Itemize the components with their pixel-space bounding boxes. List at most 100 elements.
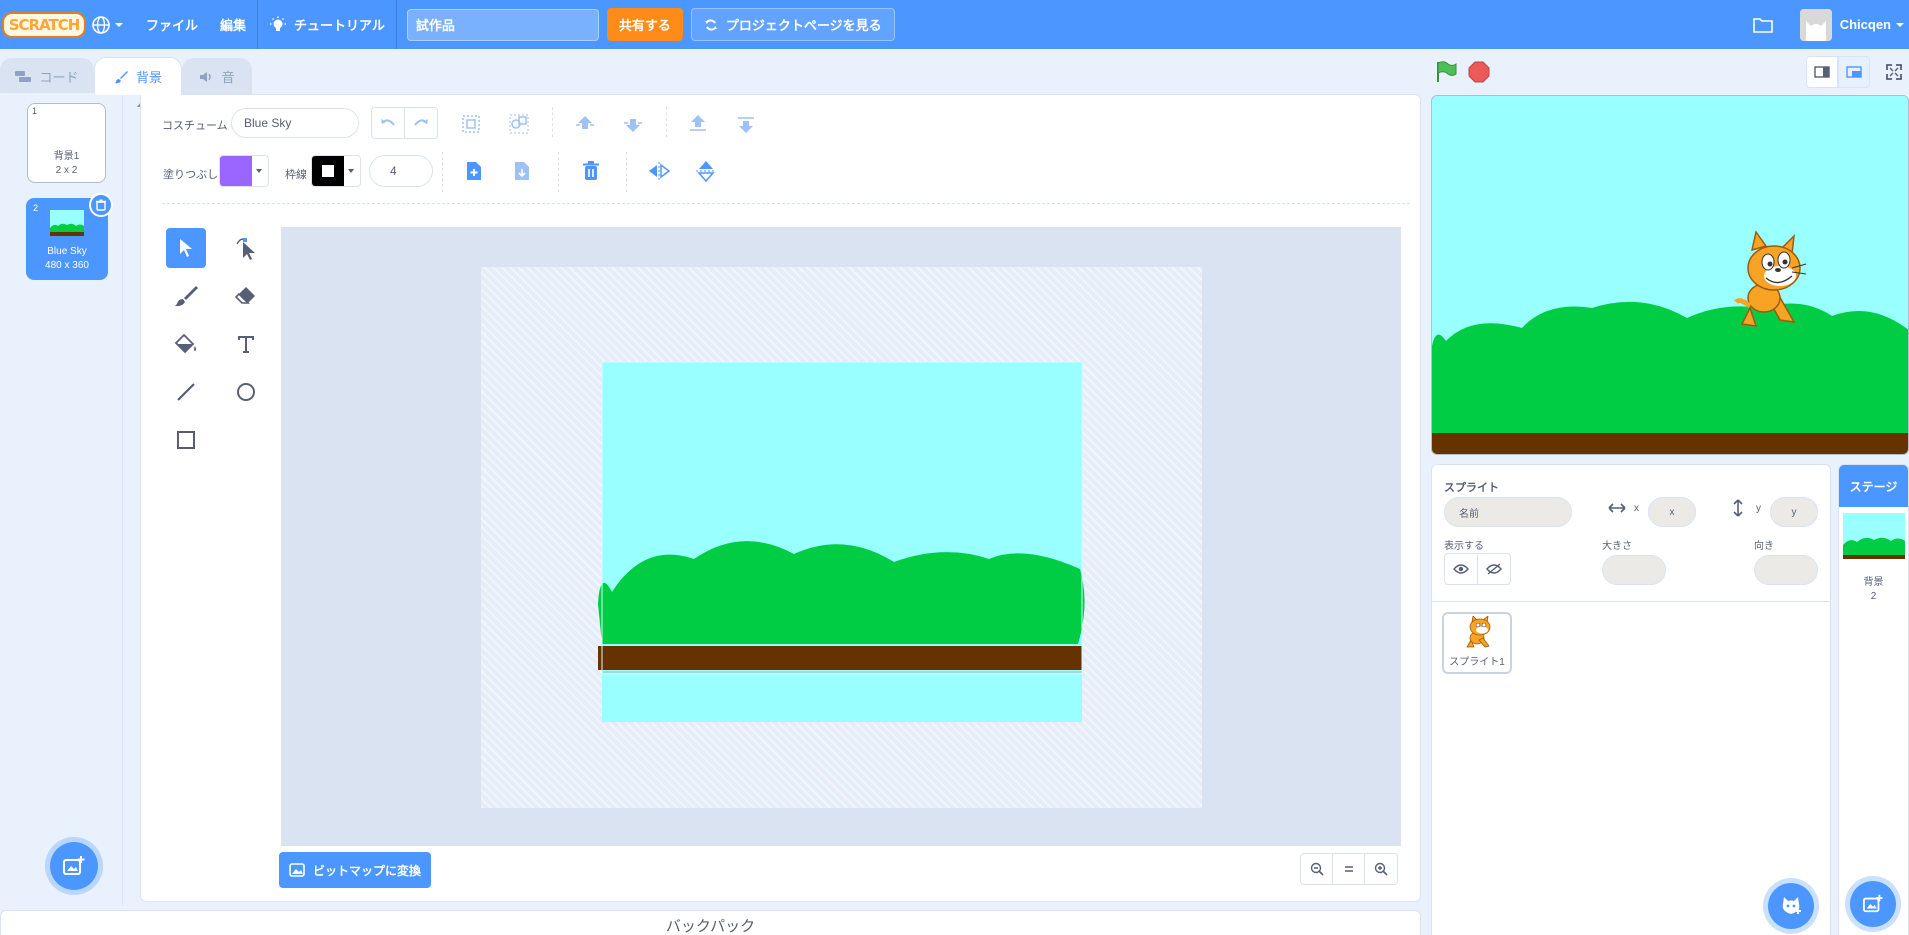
flip-horizontal-icon[interactable] — [648, 162, 670, 180]
username[interactable]: Chicqen — [1840, 17, 1891, 32]
convert-to-bitmap-button[interactable]: ビットマップに変換 — [279, 852, 432, 888]
paste-icon[interactable] — [513, 161, 531, 181]
backdrop-item-selected[interactable]: 2 Blue Sky 480 x 360 — [26, 193, 113, 280]
redo-button[interactable] — [404, 107, 438, 139]
project-title-input[interactable] — [406, 8, 599, 41]
flip-vertical-icon[interactable] — [696, 160, 716, 182]
file-menu[interactable]: ファイル — [135, 0, 209, 49]
tab-sounds[interactable]: 音 — [182, 58, 252, 94]
zoom-in-icon — [1374, 862, 1388, 876]
show-button[interactable] — [1444, 553, 1478, 585]
edit-menu[interactable]: 編集 — [209, 0, 257, 49]
scratch-logo[interactable]: SCRATCH — [1, 10, 87, 40]
hide-button[interactable] — [1477, 553, 1511, 585]
tab-backdrops[interactable]: 背景 — [94, 57, 182, 95]
sprite-name-field[interactable]: 名前 — [1444, 497, 1572, 527]
stage-tab[interactable]: ステージ — [1839, 465, 1908, 507]
direction-field[interactable] — [1754, 555, 1818, 585]
y-field[interactable]: y — [1770, 497, 1818, 527]
eraser-icon — [235, 287, 255, 304]
see-project-page-label: プロジェクトページを見る — [725, 18, 882, 33]
toolbar-separator — [162, 203, 1410, 204]
reshape-tool[interactable] — [226, 228, 266, 268]
fill-tool[interactable] — [166, 324, 206, 364]
chevron-down-icon — [256, 169, 262, 173]
choose-backdrop-stage-button[interactable] — [1850, 881, 1896, 927]
green-flag-icon[interactable] — [1434, 60, 1458, 84]
add-image-icon — [1862, 894, 1883, 913]
sprite-label: スプライト — [1444, 482, 1499, 494]
stop-icon[interactable] — [1468, 61, 1490, 83]
backdrop-number: 2 — [33, 203, 39, 213]
delete-icon[interactable] — [582, 161, 600, 181]
outline-color-picker[interactable] — [311, 155, 361, 187]
backdrops-count: 2 — [1870, 591, 1877, 602]
backdrop-number: 1 — [32, 106, 38, 116]
brush-icon — [175, 286, 198, 307]
toolbar-divider — [552, 107, 553, 137]
tab-code[interactable]: コード — [0, 58, 94, 94]
back-icon[interactable] — [735, 114, 757, 134]
lightbulb-icon — [270, 16, 287, 31]
globe-icon — [92, 15, 110, 34]
reshape-icon — [236, 238, 255, 260]
sprite-tile[interactable]: スプライト1 — [1442, 612, 1512, 674]
show-label: 表示する — [1444, 541, 1484, 552]
toolbar-divider — [626, 152, 627, 192]
sprite-info-pane: スプライト 名前 x x y y 表示する 大きさ 向き スプライト1 — [1431, 464, 1831, 935]
x-field[interactable]: x — [1648, 497, 1696, 527]
brush-tool[interactable] — [166, 276, 206, 316]
size-field[interactable] — [1602, 555, 1666, 585]
costume-name-input[interactable]: Blue Sky — [231, 108, 359, 138]
paint-canvas[interactable] — [281, 227, 1401, 846]
fill-color-picker[interactable] — [219, 155, 269, 187]
see-project-page-button[interactable]: プロジェクトページを見る — [690, 8, 895, 41]
share-button[interactable]: 共有する — [606, 8, 683, 41]
zoom-reset-button[interactable] — [1333, 854, 1365, 884]
zoom-out-button[interactable] — [1301, 854, 1333, 884]
normal-stage-button[interactable] — [1838, 56, 1870, 88]
avatar[interactable] — [1799, 8, 1832, 41]
choose-backdrop-button[interactable] — [50, 842, 98, 890]
front-icon[interactable] — [687, 114, 709, 134]
eraser-tool[interactable] — [226, 276, 266, 316]
backdrop-item[interactable]: 1 背景1 2 x 2 — [27, 103, 106, 183]
full-screen-button[interactable] — [1878, 56, 1909, 88]
redo-icon — [414, 119, 428, 126]
speaker-icon — [200, 71, 212, 82]
stage[interactable] — [1431, 95, 1909, 455]
equals-icon — [1344, 866, 1353, 872]
copy-icon[interactable] — [465, 161, 483, 181]
rectangle-tool[interactable] — [166, 420, 206, 460]
delete-backdrop-button[interactable] — [89, 193, 113, 217]
undo-button[interactable] — [371, 107, 405, 139]
bitmap-icon — [289, 863, 305, 877]
circle-tool[interactable] — [226, 372, 266, 412]
backpack[interactable]: バックパック — [0, 910, 1421, 935]
tab-sounds-label: 音 — [221, 70, 235, 85]
cat-add-icon — [1782, 897, 1801, 914]
chevron-down-icon[interactable] — [1895, 21, 1905, 29]
backdrop-size: 480 x 360 — [45, 260, 89, 271]
choose-sprite-button[interactable] — [1768, 883, 1814, 929]
zoom-in-button[interactable] — [1365, 854, 1397, 884]
language-menu[interactable] — [80, 0, 135, 49]
small-stage-button[interactable] — [1806, 56, 1838, 88]
outline-width-input[interactable]: 4 — [369, 155, 433, 187]
select-tool[interactable] — [166, 228, 206, 268]
forward-icon[interactable] — [574, 114, 596, 134]
tutorials-menu[interactable]: チュートリアル — [258, 0, 396, 49]
folder-icon[interactable] — [1752, 16, 1774, 34]
ungroup-icon[interactable] — [508, 113, 530, 135]
outline-color-swatch — [312, 156, 344, 186]
text-tool[interactable] — [226, 324, 266, 364]
group-icon[interactable] — [460, 113, 482, 135]
sprite-name: スプライト1 — [1449, 657, 1505, 668]
outline-label: 枠線 — [285, 169, 307, 181]
line-tool[interactable] — [166, 372, 206, 412]
zoom-out-icon — [1310, 862, 1324, 876]
backward-icon[interactable] — [622, 114, 644, 134]
rectangle-icon — [177, 431, 195, 449]
stage-thumbnail[interactable] — [1843, 513, 1905, 559]
full-screen-icon — [1886, 64, 1902, 80]
